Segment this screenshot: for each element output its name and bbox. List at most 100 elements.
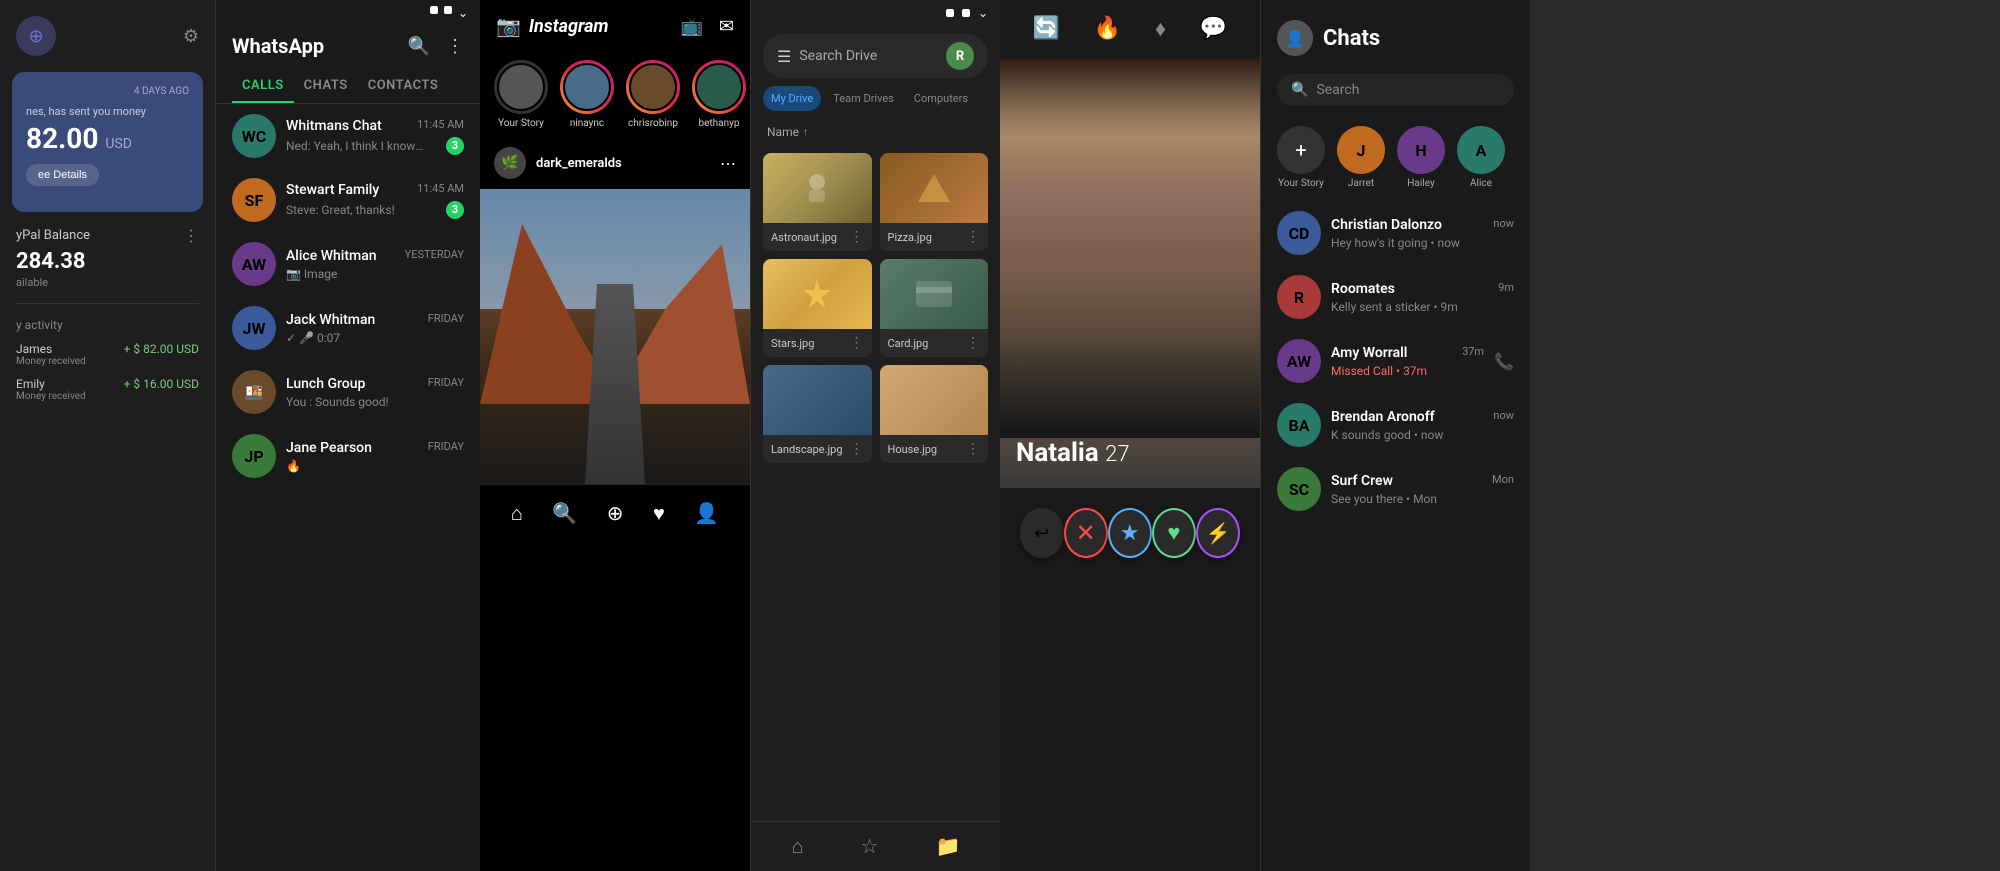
drive-hamburger-icon[interactable]: ☰ <box>777 47 791 66</box>
wa-chat-name-3: Jack Whitman <box>286 312 375 328</box>
dating-boost-btn[interactable]: ⚡ <box>1196 508 1240 558</box>
chats-story-jarret[interactable]: J Jarret <box>1337 126 1385 189</box>
ig-search-nav-icon[interactable]: 🔍 <box>552 501 577 526</box>
dating-like-btn[interactable]: ♥ <box>1152 508 1196 558</box>
dating-diamond-icon[interactable]: ♦ <box>1155 16 1166 42</box>
wa-tab-chats[interactable]: CHATS <box>294 70 358 103</box>
ig-story-your[interactable]: Your Story <box>494 60 548 129</box>
drive-file-card-1[interactable]: Pizza.jpg ⋮ <box>880 153 989 251</box>
wa-avatar-2: AW <box>232 242 276 286</box>
dating-fire-icon[interactable]: 🔥 <box>1094 16 1121 42</box>
chats-search-input[interactable]: Search <box>1316 82 1500 98</box>
drive-file-info-4: Landscape.jpg ⋮ <box>763 435 872 463</box>
wa-chat-item-4[interactable]: 🍱 Lunch Group FRIDAY You : Sounds good! <box>216 360 480 424</box>
drive-file-more-4[interactable]: ⋮ <box>850 441 864 457</box>
chats-search-bar[interactable]: 🔍 Search <box>1277 74 1514 106</box>
settings-icon[interactable]: ⚙ <box>183 26 199 47</box>
ig-profile-icon[interactable]: 👤 <box>694 501 719 526</box>
dating-reload-icon[interactable]: 🔄 <box>1033 16 1060 42</box>
wa-chat-item-1[interactable]: SF Stewart Family 11:45 AM Steve: Great,… <box>216 168 480 232</box>
ig-bottom-nav: ⌂ 🔍 ⊕ ♥ 👤 <box>480 484 750 542</box>
drive-file-more-0[interactable]: ⋮ <box>850 229 864 245</box>
drive-file-more-1[interactable]: ⋮ <box>966 229 980 245</box>
wa-search-icon[interactable]: 🔍 <box>408 36 430 57</box>
chats-item-avatar-0: CD <box>1277 211 1321 255</box>
drive-files-nav-icon[interactable]: 📁 <box>936 834 961 859</box>
ig-story-label-3: bethanyp <box>692 118 746 129</box>
wa-chat-item-5[interactable]: JP Jane Pearson FRIDAY 🔥 <box>216 424 480 488</box>
ig-heart-icon[interactable]: ♥ <box>653 501 665 526</box>
ig-camera-icon[interactable]: 📷 <box>496 14 521 38</box>
ig-header: 📷 Instagram 📺 ✉ <box>480 0 750 52</box>
wa-chat-time-2: YESTERDAY <box>405 248 464 264</box>
dating-chat-icon[interactable]: 💬 <box>1200 16 1227 42</box>
dating-rewind-btn[interactable]: ↩ <box>1020 508 1064 558</box>
ig-tv-icon[interactable]: 📺 <box>680 16 702 37</box>
astronaut-svg <box>799 170 835 206</box>
wa-more-icon[interactable]: ⋮ <box>446 36 464 57</box>
wa-status-chevron: ⌄ <box>458 6 468 20</box>
drive-search-bar[interactable]: ☰ Search Drive R <box>763 34 988 78</box>
dating-profile-name: Natalia 27 <box>1016 438 1130 468</box>
chats-item-avatar-3: BA <box>1277 403 1321 447</box>
ig-home-icon[interactable]: ⌂ <box>511 501 523 526</box>
wa-tab-calls[interactable]: CALLS <box>232 70 294 103</box>
chats-item-name-1: Roomates <box>1331 281 1395 297</box>
drive-sort-label[interactable]: Name <box>767 125 799 139</box>
drive-file-card-4[interactable]: Landscape.jpg ⋮ <box>763 365 872 463</box>
chats-header: 👤 Chats <box>1261 0 1530 66</box>
drive-star-nav-icon[interactable]: ☆ <box>861 834 879 859</box>
wa-tab-contacts[interactable]: CONTACTS <box>358 70 449 103</box>
chats-item-1[interactable]: R Roomates 9m Kelly sent a sticker • 9m <box>1261 265 1530 329</box>
drive-file-card-0[interactable]: Astronaut.jpg ⋮ <box>763 153 872 251</box>
chats-item-4[interactable]: SC Surf Crew Mon See you there • Mon <box>1261 457 1530 521</box>
chats-item-3[interactable]: BA Brendan Aronoff now K sounds good • n… <box>1261 393 1530 457</box>
chats-story-hailey[interactable]: H Hailey <box>1397 126 1445 189</box>
paypal-more-icon[interactable]: ⋮ <box>183 226 199 245</box>
paypal-transaction-2[interactable]: Emily Money received + $ 16.00 USD <box>16 377 199 402</box>
ig-story-label-2: chrisrobinp <box>626 118 680 129</box>
paypal-available: ailable <box>16 276 199 289</box>
paypal-details-button[interactable]: ee Details <box>26 164 99 186</box>
ig-add-icon[interactable]: ⊕ <box>607 501 624 526</box>
drive-file-card-3[interactable]: Card.jpg ⋮ <box>880 259 989 357</box>
drive-tab-teamdrives[interactable]: Team Drives <box>825 86 902 111</box>
drive-user-avatar[interactable]: R <box>946 42 974 70</box>
ig-send-icon[interactable]: ✉ <box>719 16 734 37</box>
chats-item-info-4: Surf Crew Mon See you there • Mon <box>1331 473 1514 506</box>
wa-chat-item-2[interactable]: AW Alice Whitman YESTERDAY 📷 Image <box>216 232 480 296</box>
ig-story-2[interactable]: chrisrobinp <box>626 60 680 129</box>
drive-tab-mydrive[interactable]: My Drive <box>763 86 821 111</box>
chats-story-add[interactable]: + Your Story <box>1277 126 1325 189</box>
ig-post-more-icon[interactable]: ⋯ <box>720 154 736 173</box>
wa-chat-item-3[interactable]: JW Jack Whitman FRIDAY ✓ 🎤 0:07 <box>216 296 480 360</box>
ig-road <box>585 284 645 484</box>
drive-file-card-2[interactable]: Stars.jpg ⋮ <box>763 259 872 357</box>
drive-file-more-5[interactable]: ⋮ <box>966 441 980 457</box>
chats-item-0[interactable]: CD Christian Dalonzo now Hey how's it go… <box>1261 201 1530 265</box>
wa-chat-name-5: Jane Pearson <box>286 440 372 456</box>
chats-phone-icon-2[interactable]: 📞 <box>1494 352 1514 371</box>
instagram-panel: 📷 Instagram 📺 ✉ Your Story ninaync chris… <box>480 0 750 871</box>
chats-item-info-0: Christian Dalonzo now Hey how's it going… <box>1331 217 1514 250</box>
dating-superlike-btn[interactable]: ★ <box>1108 508 1152 558</box>
chats-item-name-2: Amy Worrall <box>1331 345 1407 361</box>
drive-file-card-5[interactable]: House.jpg ⋮ <box>880 365 989 463</box>
chats-item-2[interactable]: AW Amy Worrall 37m Missed Call • 37m 📞 <box>1261 329 1530 393</box>
ig-post-avatar: 🌿 <box>494 147 526 179</box>
paypal-transaction-1[interactable]: James Money received + $ 82.00 USD <box>16 342 199 367</box>
drive-file-more-3[interactable]: ⋮ <box>966 335 980 351</box>
drive-file-thumb-1 <box>880 153 989 223</box>
chats-story-alice[interactable]: A Alice <box>1457 126 1505 189</box>
wa-title: WhatsApp <box>232 34 324 58</box>
drive-file-more-2[interactable]: ⋮ <box>850 335 864 351</box>
ig-story-1[interactable]: ninaync <box>560 60 614 129</box>
drive-tab-computers[interactable]: Computers <box>906 86 976 111</box>
drive-home-nav-icon[interactable]: ⌂ <box>792 834 804 859</box>
wa-chat-item-0[interactable]: WC Whitmans Chat 11:45 AM Ned: Yeah, I t… <box>216 104 480 168</box>
wa-chat-name-4: Lunch Group <box>286 376 365 392</box>
ig-post-image[interactable] <box>480 189 750 484</box>
ig-story-3[interactable]: bethanyp <box>692 60 746 129</box>
dating-dislike-btn[interactable]: ✕ <box>1064 508 1108 558</box>
chats-user-avatar[interactable]: 👤 <box>1277 20 1313 56</box>
